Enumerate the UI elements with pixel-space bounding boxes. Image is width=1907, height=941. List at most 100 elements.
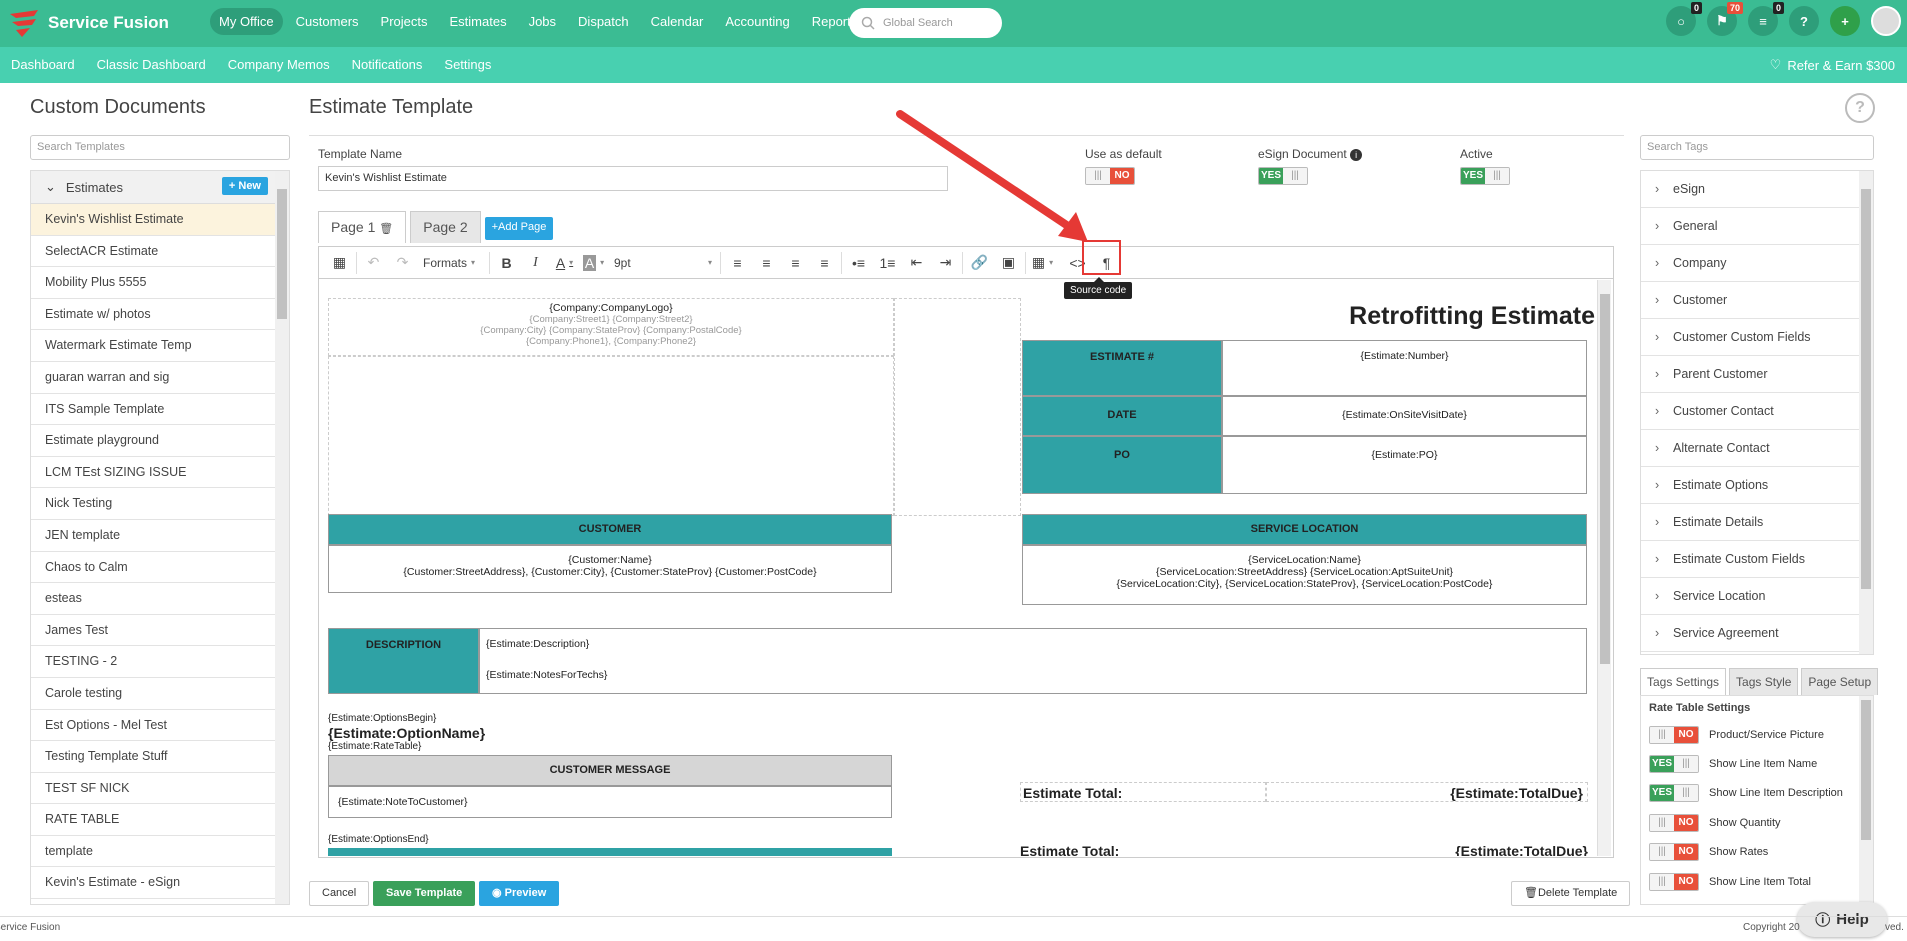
align-right-icon[interactable]: ≡: [781, 250, 810, 276]
document-scrollbar[interactable]: [1597, 280, 1611, 856]
template-list-item[interactable]: RATE TABLE: [31, 804, 276, 836]
template-list-item[interactable]: esteas: [31, 583, 276, 615]
tag-category-item[interactable]: › Alternate Contact: [1641, 430, 1859, 467]
setting-toggle[interactable]: YES |||: [1649, 755, 1699, 774]
tab-tags-settings[interactable]: Tags Settings: [1640, 668, 1727, 695]
nav-jobs[interactable]: Jobs: [520, 8, 565, 35]
indent-icon[interactable]: ⇥: [931, 250, 960, 276]
italic-icon[interactable]: I: [521, 250, 550, 276]
nav-calendar[interactable]: Calendar: [642, 8, 713, 35]
bold-icon[interactable]: B: [492, 250, 521, 276]
estimates-group-header[interactable]: ⌄ Estimates + New: [31, 171, 276, 204]
plus-icon[interactable]: +: [1830, 6, 1860, 36]
setting-toggle[interactable]: ||| NO: [1649, 813, 1699, 832]
align-center-icon[interactable]: ≡: [752, 250, 781, 276]
tab-page-1[interactable]: Page 1 🗑: [318, 211, 407, 243]
service-fusion-logo[interactable]: Service Fusion: [8, 8, 169, 38]
template-list-item[interactable]: Kevin's Estimate - eSign: [31, 867, 276, 900]
tag-category-item[interactable]: › Customer Contact: [1641, 393, 1859, 430]
template-list-item[interactable]: Carole testing: [31, 678, 276, 710]
template-icon[interactable]: ▦: [325, 250, 354, 276]
template-list-item[interactable]: template: [31, 836, 276, 868]
search-tags-input[interactable]: Search Tags: [1640, 135, 1874, 160]
esign-toggle[interactable]: YES |||: [1258, 167, 1308, 185]
search-templates-input[interactable]: Search Templates: [30, 135, 290, 160]
nav-customers[interactable]: Customers: [287, 8, 368, 35]
outdent-icon[interactable]: ⇤: [902, 250, 931, 276]
template-list-item[interactable]: TEST SF NICK: [31, 773, 276, 805]
global-search-input[interactable]: Global Search: [849, 8, 1002, 38]
template-list-item[interactable]: TESTING - 2: [31, 646, 276, 678]
numbered-list-icon[interactable]: 1≡: [873, 250, 902, 276]
preview-button[interactable]: ◉ Preview: [479, 881, 560, 906]
nav-projects[interactable]: Projects: [372, 8, 437, 35]
template-list-item[interactable]: Estimate playground: [31, 425, 276, 457]
template-list-item[interactable]: Kevin's Wishlist Estimate: [31, 204, 276, 236]
font-size-dropdown[interactable]: 9pt ▾: [608, 250, 718, 276]
template-list-item[interactable]: guaran warran and sig: [31, 362, 276, 394]
cancel-button[interactable]: Cancel: [309, 881, 370, 906]
template-name-input[interactable]: Kevin's Wishlist Estimate: [318, 166, 948, 191]
subnav-settings[interactable]: Settings: [444, 57, 491, 72]
document-canvas[interactable]: {Company:CompanyLogo} {Company:Street1} …: [320, 280, 1610, 856]
help-icon[interactable]: ?: [1789, 6, 1819, 36]
tag-category-item[interactable]: › Customer: [1641, 282, 1859, 319]
active-toggle[interactable]: YES |||: [1460, 167, 1510, 185]
bg-color-icon[interactable]: A ▾: [579, 250, 608, 276]
setting-toggle[interactable]: YES |||: [1649, 784, 1699, 803]
help-circle-icon[interactable]: ?: [1845, 93, 1875, 123]
template-list-item[interactable]: Testing Template Stuff: [31, 741, 276, 773]
redo-icon[interactable]: ↷: [388, 250, 417, 276]
text-color-icon[interactable]: A ▾: [550, 250, 579, 276]
tab-tags-style[interactable]: Tags Style: [1729, 668, 1799, 695]
nav-accounting[interactable]: Accounting: [716, 8, 798, 35]
bell-icon[interactable]: ⚑ 70: [1707, 2, 1743, 36]
template-list-item[interactable]: Chaos to Calm: [31, 552, 276, 584]
justify-icon[interactable]: ≡: [810, 250, 839, 276]
table-icon[interactable]: ▦ ▾: [1028, 250, 1057, 276]
tag-category-item[interactable]: › Service Location: [1641, 578, 1859, 615]
tag-category-item[interactable]: › Service Agreement: [1641, 615, 1859, 652]
template-list-item[interactable]: JEN template: [31, 520, 276, 552]
subnav-dashboard[interactable]: Dashboard: [11, 57, 75, 72]
nav-my-office[interactable]: My Office: [210, 8, 283, 35]
image-icon[interactable]: ▣: [994, 250, 1023, 276]
setting-toggle[interactable]: ||| NO: [1649, 843, 1699, 862]
tag-category-item[interactable]: › Company: [1641, 245, 1859, 282]
subnav-company-memos[interactable]: Company Memos: [228, 57, 330, 72]
template-list-item[interactable]: Estimate w/ photos: [31, 299, 276, 331]
tab-page-setup[interactable]: Page Setup: [1801, 668, 1879, 695]
template-list-scrollbar[interactable]: [275, 171, 289, 904]
nav-dispatch[interactable]: Dispatch: [569, 8, 638, 35]
tag-category-item[interactable]: › eSign: [1641, 171, 1859, 208]
setting-toggle[interactable]: ||| NO: [1649, 872, 1699, 891]
refer-link[interactable]: ♡ Refer & Earn $300: [1770, 57, 1895, 73]
undo-icon[interactable]: ↶: [359, 250, 388, 276]
new-template-button[interactable]: + New: [221, 177, 268, 195]
tag-category-item[interactable]: › Parent Customer: [1641, 356, 1859, 393]
chat-icon[interactable]: ○ 0: [1666, 2, 1702, 36]
delete-template-button[interactable]: 🗑Delete Template: [1511, 881, 1631, 906]
align-left-icon[interactable]: ≡: [723, 250, 752, 276]
tag-list-scrollbar[interactable]: [1859, 171, 1873, 654]
template-list-item[interactable]: James Test: [31, 615, 276, 647]
template-list-item[interactable]: Est Options - Mel Test: [31, 710, 276, 742]
tag-category-item[interactable]: › Customer Custom Fields: [1641, 319, 1859, 356]
setting-toggle[interactable]: ||| NO: [1649, 725, 1699, 744]
add-page-button[interactable]: +Add Page: [484, 217, 554, 240]
subnav-classic-dashboard[interactable]: Classic Dashboard: [97, 57, 206, 72]
tag-category-item[interactable]: › Estimate Details: [1641, 504, 1859, 541]
nav-estimates[interactable]: Estimates: [441, 8, 516, 35]
tag-category-item[interactable]: › Estimate Custom Fields: [1641, 541, 1859, 578]
save-template-button[interactable]: Save Template: [373, 881, 476, 906]
template-list-item[interactable]: LCM TEst SIZING ISSUE: [31, 457, 276, 489]
bullet-list-icon[interactable]: •≡: [844, 250, 873, 276]
template-list-item[interactable]: Mobility Plus 5555: [31, 267, 276, 299]
formats-dropdown[interactable]: Formats ▾: [417, 250, 487, 276]
template-list-item[interactable]: SelectACR Estimate: [31, 236, 276, 268]
template-list-item[interactable]: Watermark Estimate Temp: [31, 330, 276, 362]
list-icon[interactable]: ≡ 0: [1748, 2, 1784, 36]
avatar[interactable]: [1871, 6, 1901, 36]
tag-category-item[interactable]: › General: [1641, 208, 1859, 245]
link-icon[interactable]: 🔗: [965, 250, 994, 276]
